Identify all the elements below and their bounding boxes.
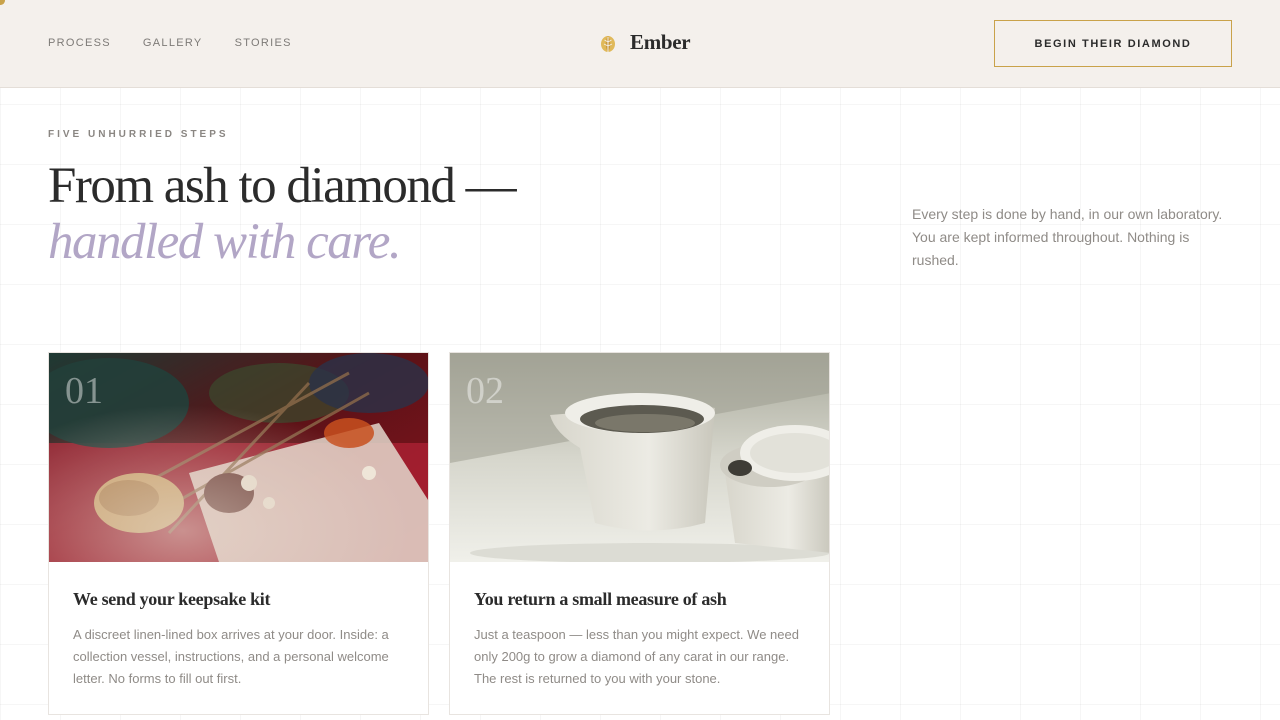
step-image-dried-flowers: 01 [49,353,428,562]
main-nav: PROCESS GALLERY STORIES [48,37,292,49]
headline-line-1: From ash to diamond — [48,158,517,214]
ceramic-vessel-image [450,353,829,562]
step-description: Just a teaspoon — less than you might ex… [474,627,799,686]
intro-text: Every step is done by hand, in our own l… [912,206,1223,268]
section-eyebrow: FIVE UNHURRIED STEPS [48,129,229,140]
page-title: From ash to diamond — handled with care. [48,158,517,270]
begin-their-diamond-button[interactable]: BEGIN THEIR DIAMOND [994,20,1232,67]
headline-line-2: handled with care. [48,214,402,270]
step-title: We send your keepsake kit [73,589,271,609]
dried-flowers-image [49,353,428,562]
brand-name: Ember [630,30,691,54]
step-card-01[interactable]: 01 We send your keepsake kit A discreet … [48,352,429,715]
step-number: 01 [65,370,103,412]
corner-dot [0,0,5,5]
step-title: You return a small measure of ash [474,589,727,609]
step-description: A discreet linen-lined box arrives at yo… [73,627,389,686]
step-number: 02 [466,370,504,412]
nav-process-link[interactable]: PROCESS [48,37,111,49]
site-header: PROCESS GALLERY STORIES Ember BEGIN THEI… [0,0,1280,88]
nav-gallery-link[interactable]: GALLERY [143,37,203,49]
ember-leaf-icon [601,35,615,52]
step-image-ceramic-vessel: 02 [450,353,829,562]
step-card-02[interactable]: 02 You return a small measure of ash Jus… [449,352,830,715]
nav-stories-link[interactable]: STORIES [235,37,292,49]
brand-logo[interactable]: Ember [598,30,691,55]
